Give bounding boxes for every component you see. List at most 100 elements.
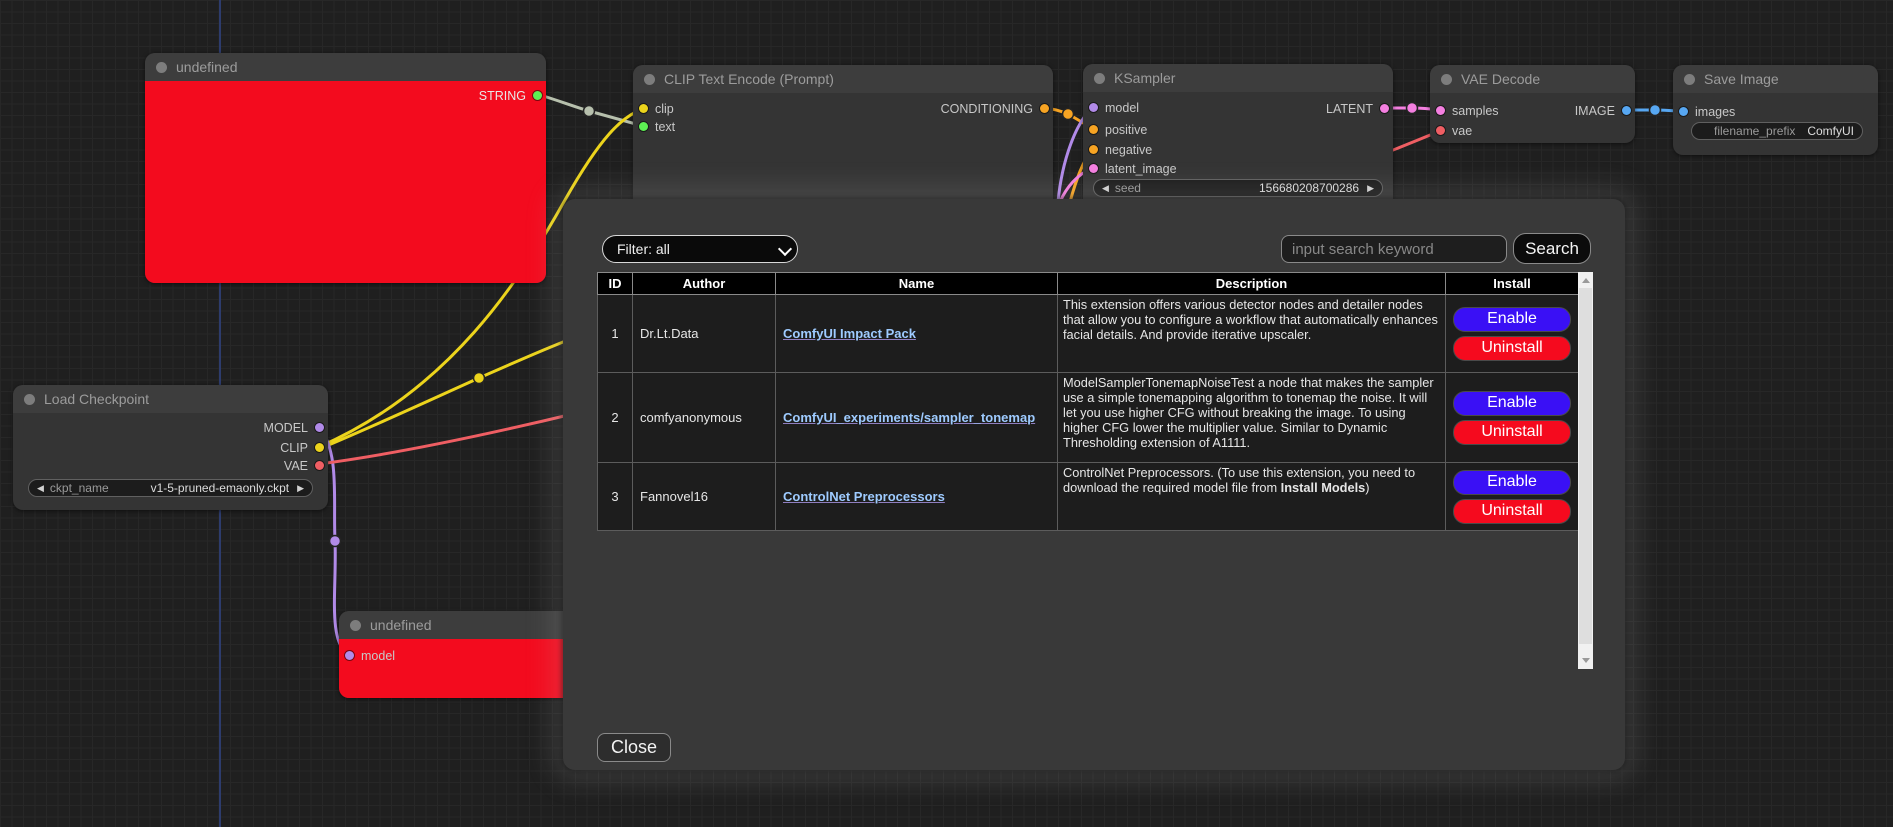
scrollbar-down-icon[interactable] bbox=[1582, 658, 1590, 663]
widget-arrow-right-icon[interactable]: ▶ bbox=[1367, 184, 1374, 193]
input-port-images[interactable] bbox=[1679, 107, 1688, 116]
uninstall-button[interactable]: Uninstall bbox=[1453, 420, 1571, 445]
output-port-image[interactable] bbox=[1622, 106, 1631, 115]
cell-description: ControlNet Preprocessors. (To use this e… bbox=[1058, 463, 1446, 531]
node-undefined-string[interactable]: undefined STRING bbox=[145, 53, 546, 283]
cell-author: Dr.Lt.Data bbox=[633, 295, 776, 373]
widget-arrow-left-icon[interactable]: ◀ bbox=[1102, 184, 1109, 193]
search-input[interactable] bbox=[1281, 235, 1507, 263]
filter-select[interactable]: Filter: all bbox=[602, 235, 798, 263]
input-port-clip[interactable] bbox=[639, 104, 648, 113]
output-label: IMAGE bbox=[1575, 104, 1615, 118]
seed-widget[interactable]: ◀ seed 156680208700286 ▶ bbox=[1093, 179, 1383, 197]
node-vae-decode[interactable]: VAE Decode samples vae IMAGE bbox=[1430, 65, 1635, 143]
input-label: vae bbox=[1452, 124, 1472, 138]
node-title-bar[interactable]: Load Checkpoint bbox=[13, 385, 328, 413]
ckpt-name-widget[interactable]: ◀ ckpt_name v1-5-pruned-emaonly.ckpt ▶ bbox=[28, 479, 313, 497]
collapse-dot-icon[interactable] bbox=[350, 620, 361, 631]
enable-button[interactable]: Enable bbox=[1453, 307, 1571, 332]
extension-link[interactable]: ControlNet Preprocessors bbox=[783, 489, 945, 504]
input-port-model[interactable] bbox=[345, 651, 354, 660]
col-header-description: Description bbox=[1058, 273, 1446, 295]
table-scrollbar[interactable] bbox=[1578, 272, 1593, 669]
output-label: CONDITIONING bbox=[941, 102, 1033, 116]
col-header-install: Install bbox=[1446, 273, 1579, 295]
node-title-bar[interactable]: KSampler bbox=[1083, 64, 1393, 92]
output-port-vae[interactable] bbox=[315, 461, 324, 470]
input-port-vae[interactable] bbox=[1436, 126, 1445, 135]
output-label: CLIP bbox=[280, 441, 308, 455]
widget-value: v1-5-pruned-emaonly.ckpt bbox=[151, 481, 290, 495]
widget-arrow-left-icon[interactable]: ◀ bbox=[37, 484, 44, 493]
collapse-dot-icon[interactable] bbox=[24, 394, 35, 405]
input-port-negative[interactable] bbox=[1089, 145, 1098, 154]
reroute-dot[interactable] bbox=[474, 373, 485, 384]
output-port-conditioning[interactable] bbox=[1040, 104, 1049, 113]
node-undefined-model[interactable]: undefined model bbox=[339, 611, 573, 698]
input-label: latent_image bbox=[1105, 162, 1177, 176]
input-port-samples[interactable] bbox=[1436, 106, 1445, 115]
input-port-model[interactable] bbox=[1089, 103, 1098, 112]
cell-author: Fannovel16 bbox=[633, 463, 776, 531]
node-title-bar[interactable]: CLIP Text Encode (Prompt) bbox=[633, 65, 1053, 93]
scrollbar-thumb[interactable] bbox=[1579, 288, 1592, 644]
input-port-text[interactable] bbox=[639, 122, 648, 131]
reroute-dot[interactable] bbox=[1407, 103, 1418, 114]
enable-button[interactable]: Enable bbox=[1453, 470, 1571, 495]
node-title-bar[interactable]: undefined bbox=[339, 611, 573, 639]
widget-name: filename_prefix bbox=[1714, 124, 1795, 138]
node-error-body bbox=[145, 81, 546, 283]
node-save-image[interactable]: Save Image images filename_prefix ComfyU… bbox=[1673, 65, 1878, 155]
collapse-dot-icon[interactable] bbox=[156, 62, 167, 73]
extension-link[interactable]: ComfyUI_experiments/sampler_tonemap bbox=[783, 410, 1035, 425]
widget-name: ckpt_name bbox=[50, 481, 109, 495]
output-port-latent[interactable] bbox=[1380, 104, 1389, 113]
node-title-bar[interactable]: undefined bbox=[145, 53, 546, 81]
table-row: 1 Dr.Lt.Data ComfyUI Impact Pack This ex… bbox=[598, 295, 1579, 373]
reroute-dot[interactable] bbox=[584, 106, 595, 117]
node-title: Load Checkpoint bbox=[44, 391, 149, 407]
collapse-dot-icon[interactable] bbox=[644, 74, 655, 85]
table-header-row: ID Author Name Description Install bbox=[598, 273, 1579, 295]
input-label: samples bbox=[1452, 104, 1499, 118]
node-title: Save Image bbox=[1704, 71, 1779, 87]
node-ksampler[interactable]: KSampler model positive negative latent_… bbox=[1083, 64, 1393, 209]
output-label: STRING bbox=[479, 89, 526, 103]
enable-button[interactable]: Enable bbox=[1453, 391, 1571, 416]
input-port-latent-image[interactable] bbox=[1089, 164, 1098, 173]
output-port-model[interactable] bbox=[315, 423, 324, 432]
extension-table: ID Author Name Description Install 1 Dr.… bbox=[597, 272, 1579, 531]
extension-link[interactable]: ComfyUI Impact Pack bbox=[783, 326, 916, 341]
search-button[interactable]: Search bbox=[1513, 233, 1591, 264]
collapse-dot-icon[interactable] bbox=[1441, 74, 1452, 85]
collapse-dot-icon[interactable] bbox=[1094, 73, 1105, 84]
collapse-dot-icon[interactable] bbox=[1684, 74, 1695, 85]
reroute-dot[interactable] bbox=[1650, 105, 1661, 116]
reroute-dot[interactable] bbox=[330, 536, 341, 547]
output-label: VAE bbox=[284, 459, 308, 473]
output-port-string[interactable] bbox=[533, 91, 542, 100]
widget-arrow-right-icon[interactable]: ▶ bbox=[297, 484, 304, 493]
extension-manager-dialog: Filter: all Search ID Author Name Descri… bbox=[563, 199, 1625, 770]
uninstall-button[interactable]: Uninstall bbox=[1453, 499, 1571, 524]
output-label: LATENT bbox=[1326, 102, 1373, 116]
input-port-positive[interactable] bbox=[1089, 125, 1098, 134]
filename-prefix-widget[interactable]: filename_prefix ComfyUI bbox=[1691, 122, 1863, 140]
table-row: 2 comfyanonymous ComfyUI_experiments/sam… bbox=[598, 373, 1579, 463]
node-title: VAE Decode bbox=[1461, 71, 1540, 87]
cell-id: 2 bbox=[598, 373, 633, 463]
node-title-bar[interactable]: Save Image bbox=[1673, 65, 1878, 93]
node-load-checkpoint[interactable]: Load Checkpoint MODEL CLIP VAE ◀ ckpt_na… bbox=[13, 385, 328, 510]
input-label: positive bbox=[1105, 123, 1147, 137]
input-label: model bbox=[361, 649, 395, 663]
input-label: images bbox=[1695, 105, 1735, 119]
comfyui-canvas[interactable]: undefined STRING CLIP Text Encode (Promp… bbox=[0, 0, 1893, 827]
output-port-clip[interactable] bbox=[315, 443, 324, 452]
uninstall-button[interactable]: Uninstall bbox=[1453, 336, 1571, 361]
node-title-bar[interactable]: VAE Decode bbox=[1430, 65, 1635, 93]
input-label: text bbox=[655, 120, 675, 134]
reroute-dot[interactable] bbox=[1063, 109, 1074, 120]
scrollbar-up-icon[interactable] bbox=[1582, 278, 1590, 283]
close-button[interactable]: Close bbox=[597, 733, 671, 762]
node-title: KSampler bbox=[1114, 70, 1175, 86]
